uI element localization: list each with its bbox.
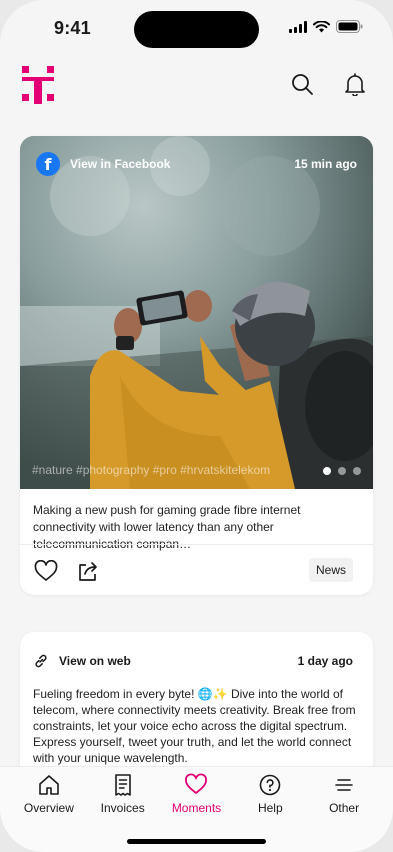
signal-icon — [289, 20, 307, 33]
divider — [20, 544, 373, 545]
tab-label: Help — [257, 801, 283, 815]
post-text: Fueling freedom in every byte! 🌐✨ Dive i… — [33, 687, 356, 765]
help-icon — [259, 774, 281, 796]
tab-other[interactable]: Other — [307, 773, 381, 815]
bottom-tab-bar: Overview Invoices Moments Help Other — [0, 766, 393, 852]
facebook-icon: f — [36, 152, 60, 176]
heart-icon — [185, 773, 208, 794]
wifi-icon — [313, 20, 330, 32]
category-badge[interactable]: News — [308, 558, 353, 582]
post-source-row: f View in Facebook 15 min ago — [36, 152, 357, 176]
status-icons — [289, 20, 363, 33]
like-heart-icon[interactable] — [34, 560, 58, 582]
post-actions — [34, 559, 100, 583]
post-card-facebook[interactable]: f View in Facebook 15 min ago #nature #p… — [20, 136, 373, 595]
tab-label: Moments — [171, 801, 222, 815]
status-bar: 9:41 — [0, 0, 393, 54]
post-photo[interactable]: f View in Facebook 15 min ago #nature #p… — [20, 136, 373, 489]
tab-invoices[interactable]: Invoices — [86, 773, 160, 815]
post-hashtags: #nature #photography #pro #hrvatskitelek… — [32, 463, 271, 477]
invoice-icon — [114, 774, 131, 796]
status-time: 9:41 — [54, 18, 91, 38]
share-icon[interactable] — [76, 559, 100, 583]
tab-label: Overview — [23, 801, 74, 815]
carousel-dot[interactable] — [353, 467, 361, 475]
tab-overview[interactable]: Overview — [12, 773, 86, 815]
tab-label: Other — [329, 801, 360, 815]
tab-moments[interactable]: Moments — [160, 773, 234, 815]
post-caption: Making a new push for gaming grade fibre… — [33, 503, 301, 551]
home-indicator — [127, 839, 266, 844]
post-source-row: View on web 1 day ago — [33, 652, 353, 670]
search-icon[interactable] — [290, 72, 314, 96]
telekom-logo[interactable] — [22, 66, 54, 104]
carousel-dot[interactable] — [323, 467, 331, 475]
home-icon — [39, 775, 59, 795]
dynamic-island — [134, 11, 259, 48]
phone-screen: 9:41 f View in Facebook 15 min ago #natu… — [0, 0, 393, 852]
view-in-facebook-link[interactable]: View in Facebook — [70, 157, 170, 171]
battery-icon — [336, 20, 363, 33]
post-time: 15 min ago — [294, 157, 357, 171]
carousel-dot[interactable] — [338, 467, 346, 475]
bell-icon[interactable] — [343, 72, 367, 96]
carousel-dots[interactable] — [323, 467, 361, 475]
menu-icon — [335, 779, 353, 791]
link-icon — [35, 654, 47, 668]
tab-help[interactable]: Help — [233, 773, 307, 815]
view-on-web-link[interactable]: View on web — [59, 654, 131, 668]
photographer-illustration — [20, 136, 373, 489]
post-time: 1 day ago — [297, 654, 353, 668]
tab-label: Invoices — [100, 801, 145, 815]
